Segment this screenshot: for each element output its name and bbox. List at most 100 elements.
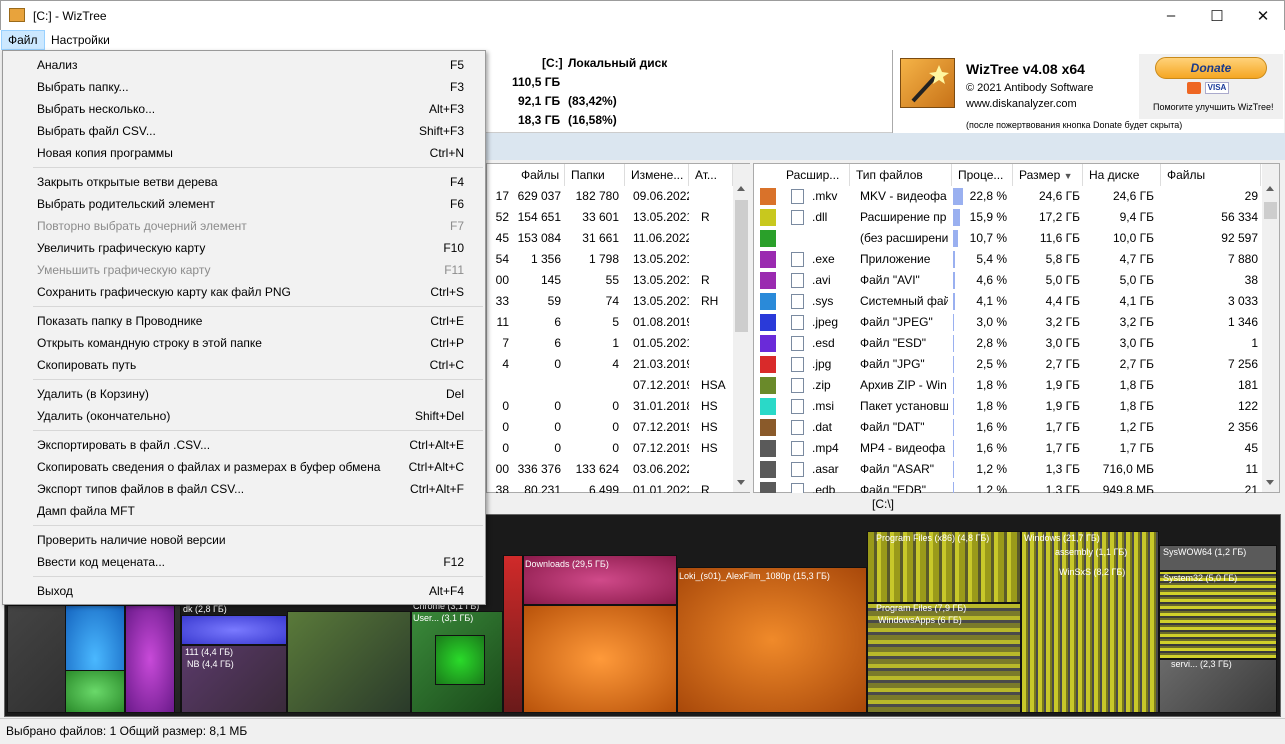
table-row[interactable]: .dll Расширение пр 15,9 % 17,2 ГБ 9,4 ГБ 56 3… bbox=[754, 207, 1262, 228]
table-row[interactable]: .avi Файл "AVI" 4,6 % 5,0 ГБ 5,0 ГБ 38 bbox=[754, 270, 1262, 291]
cell-folders: 6 499 bbox=[588, 483, 619, 493]
menu-item[interactable]: Дамп файла MFT bbox=[4, 500, 484, 522]
menu-item-shortcut: Ctrl+Alt+C bbox=[408, 460, 464, 474]
cell-pre: 52 bbox=[495, 210, 509, 224]
menu-item[interactable]: Закрыть открытые ветви дерева F4 bbox=[4, 171, 484, 193]
menu-item[interactable]: Выбрать файл CSV... Shift+F3 bbox=[4, 120, 484, 142]
menu-item[interactable]: Выбрать папку... F3 bbox=[4, 76, 484, 98]
menu-item[interactable]: Выбрать родительский элемент F6 bbox=[4, 193, 484, 215]
video-file-icon bbox=[791, 441, 804, 456]
scrollbar-thumb[interactable] bbox=[1264, 202, 1277, 219]
table-row[interactable]: 0 0 0 31.01.2018 HS bbox=[487, 396, 733, 417]
table-row[interactable]: .zip Архив ZIP - Win 1,8 % 1,9 ГБ 1,8 ГБ 181 bbox=[754, 375, 1262, 396]
vertical-scrollbar[interactable] bbox=[733, 164, 750, 492]
menu-item[interactable]: Экспортировать в файл .CSV... Ctrl+Alt+E bbox=[4, 434, 484, 456]
table-row[interactable]: .asar Файл "ASAR" 1,2 % 1,3 ГБ 716,0 МБ 11 bbox=[754, 459, 1262, 480]
column-modified[interactable]: Измене... bbox=[625, 164, 689, 186]
minimize-button[interactable]: – bbox=[1148, 1, 1194, 30]
menu-item[interactable]: Новая копия программы Ctrl+N bbox=[4, 142, 484, 164]
color-swatch bbox=[760, 209, 776, 226]
vertical-scrollbar[interactable] bbox=[1262, 164, 1279, 492]
table-row[interactable]: .jpeg Файл "JPEG" 3,0 % 3,2 ГБ 3,2 ГБ 1 346 bbox=[754, 312, 1262, 333]
menu-settings[interactable]: Настройки bbox=[45, 30, 116, 50]
table-row[interactable]: 7 6 1 01.05.2021 bbox=[487, 333, 733, 354]
treemap-block[interactable] bbox=[523, 605, 677, 713]
maximize-button[interactable]: ☐ bbox=[1194, 1, 1240, 30]
website-link[interactable]: www.diskanalyzer.com bbox=[966, 98, 1077, 110]
table-row[interactable]: 38 80 231 6 499 01.01.2022 R bbox=[487, 480, 733, 493]
scroll-up-arrow-icon[interactable] bbox=[737, 186, 745, 191]
cell-attr bbox=[701, 459, 731, 480]
file-types-table[interactable]: Расшир... Тип файлов Проце... Размер ▼ Н… bbox=[753, 163, 1280, 493]
table-row[interactable]: .esd Файл "ESD" 2,8 % 3,0 ГБ 3,0 ГБ 1 bbox=[754, 333, 1262, 354]
treemap-block[interactable] bbox=[125, 605, 175, 713]
table-row[interactable]: 33 59 74 13.05.2021 RH bbox=[487, 291, 733, 312]
donate-button[interactable]: Donate bbox=[1155, 57, 1267, 79]
menu-item-shortcut: Ctrl+E bbox=[430, 314, 464, 328]
table-row[interactable]: .exe Приложение 5,4 % 5,8 ГБ 4,7 ГБ 7 880 bbox=[754, 249, 1262, 270]
column-files[interactable]: Файлы bbox=[515, 164, 565, 186]
table-row[interactable]: 00 145 55 13.05.2021 R bbox=[487, 270, 733, 291]
treemap-block[interactable] bbox=[287, 611, 411, 713]
table-row[interactable]: 52 154 651 33 601 13.05.2021 R bbox=[487, 207, 733, 228]
cell-attr: HS bbox=[701, 420, 718, 434]
image-file-icon bbox=[791, 357, 804, 372]
scroll-down-arrow-icon[interactable] bbox=[737, 480, 745, 485]
menu-item[interactable]: Проверить наличие новой версии bbox=[4, 529, 484, 551]
treemap-block[interactable] bbox=[65, 670, 125, 713]
folder-tree-table[interactable]: Файлы Папки Измене... Ат... 17 629 037 182… bbox=[486, 163, 750, 493]
menu-item[interactable]: Скопировать путь Ctrl+C bbox=[4, 354, 484, 376]
table-row[interactable]: 45 153 084 31 661 11.06.2022 bbox=[487, 228, 733, 249]
scroll-down-arrow-icon[interactable] bbox=[1266, 480, 1274, 485]
menu-item[interactable]: Увеличить графическую карту F10 bbox=[4, 237, 484, 259]
table-row[interactable]: 0 0 0 07.12.2019 HS bbox=[487, 438, 733, 459]
column-attributes[interactable]: Ат... bbox=[689, 164, 733, 186]
menu-item[interactable]: Экспорт типов файлов в файл CSV... Ctrl+A… bbox=[4, 478, 484, 500]
treemap-block[interactable] bbox=[1021, 531, 1159, 713]
treemap-block[interactable] bbox=[677, 567, 867, 713]
scrollbar-thumb[interactable] bbox=[735, 200, 748, 332]
treemap-block[interactable] bbox=[181, 615, 287, 645]
menu-item[interactable]: Выбрать несколько... Alt+F3 bbox=[4, 98, 484, 120]
close-button[interactable]: ✕ bbox=[1240, 1, 1285, 30]
table-row[interactable]: .dat Файл "DAT" 1,6 % 1,7 ГБ 1,2 ГБ 2 356 bbox=[754, 417, 1262, 438]
menu-item[interactable]: Ввести код мецената... F12 bbox=[4, 551, 484, 573]
column-file-count[interactable]: Файлы bbox=[1161, 164, 1261, 186]
table-row[interactable]: .edb Файл "EDB" 1,2 % 1,3 ГБ 949,8 МБ 21 bbox=[754, 480, 1262, 493]
menu-item[interactable]: Сохранить графическую карту как файл PNG… bbox=[4, 281, 484, 303]
column-extension[interactable]: Расшир... bbox=[780, 164, 850, 186]
column-size[interactable]: Размер ▼ bbox=[1013, 164, 1083, 186]
table-row[interactable]: (без расширени 10,7 % 11,6 ГБ 10,0 ГБ 92 597 bbox=[754, 228, 1262, 249]
table-row[interactable]: .sys Системный фай 4,1 % 4,4 ГБ 4,1 ГБ 3 033 bbox=[754, 291, 1262, 312]
column-percent[interactable]: Проце... bbox=[952, 164, 1013, 186]
menu-item[interactable]: Выход Alt+F4 bbox=[4, 580, 484, 602]
wiztree-app-icon[interactable] bbox=[9, 8, 25, 22]
treemap-block[interactable] bbox=[1159, 571, 1277, 659]
table-row[interactable]: 17 629 037 182 780 09.06.2022 bbox=[487, 186, 733, 207]
treemap-block[interactable] bbox=[503, 555, 523, 713]
treemap-block[interactable] bbox=[435, 635, 485, 685]
cell-attr: HSA bbox=[701, 378, 726, 392]
table-row[interactable]: 11 6 5 01.08.2019 bbox=[487, 312, 733, 333]
menu-item[interactable]: Удалить (в Корзину) Del bbox=[4, 383, 484, 405]
table-row[interactable]: .jpg Файл "JPG" 2,5 % 2,7 ГБ 2,7 ГБ 7 256 bbox=[754, 354, 1262, 375]
menu-item[interactable]: Удалить (окончательно) Shift+Del bbox=[4, 405, 484, 427]
table-row[interactable]: 4 0 4 21.03.2019 bbox=[487, 354, 733, 375]
menu-item[interactable]: Анализ F5 bbox=[4, 54, 484, 76]
menu-file[interactable]: Файл bbox=[1, 30, 45, 50]
scroll-up-arrow-icon[interactable] bbox=[1266, 186, 1274, 191]
menu-item[interactable]: Показать папку в Проводнике Ctrl+E bbox=[4, 310, 484, 332]
table-row[interactable]: .mp4 MP4 - видеофа 1,6 % 1,7 ГБ 1,7 ГБ 45 bbox=[754, 438, 1262, 459]
column-file-type[interactable]: Тип файлов bbox=[850, 164, 952, 186]
menu-item[interactable]: Скопировать сведения о файлах и размерах… bbox=[4, 456, 484, 478]
table-row[interactable]: 54 1 356 1 798 13.05.2021 bbox=[487, 249, 733, 270]
column-on-disk[interactable]: На диске bbox=[1083, 164, 1161, 186]
menu-item-label: Закрыть открытые ветви дерева bbox=[37, 175, 218, 189]
table-row[interactable]: .msi Пакет установщ 1,8 % 1,9 ГБ 1,8 ГБ 122 bbox=[754, 396, 1262, 417]
menu-item[interactable]: Открыть командную строку в этой папке Ctr… bbox=[4, 332, 484, 354]
table-row[interactable]: 07.12.2019 HSA bbox=[487, 375, 733, 396]
table-row[interactable]: 0 0 0 07.12.2019 HS bbox=[487, 417, 733, 438]
table-row[interactable]: 00 336 376 133 624 03.06.2022 bbox=[487, 459, 733, 480]
table-row[interactable]: .mkv MKV - видеофа 22,8 % 24,6 ГБ 24,6 ГБ 29 bbox=[754, 186, 1262, 207]
column-folders[interactable]: Папки bbox=[565, 164, 625, 186]
